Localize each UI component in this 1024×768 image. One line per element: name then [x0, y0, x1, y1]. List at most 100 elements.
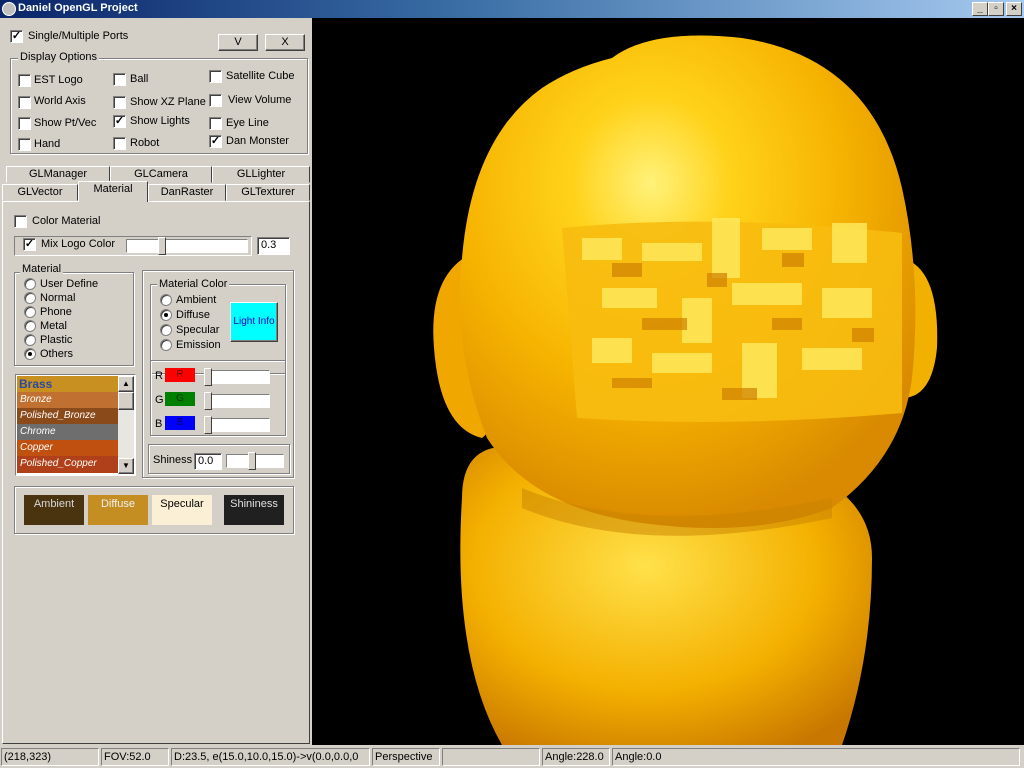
mix-logo-slider[interactable] [126, 239, 248, 253]
material-others-label: Others [40, 348, 74, 360]
color-specular-radio[interactable] [160, 324, 172, 336]
show-pt-vec-label: Show Pt/Vec [34, 117, 97, 129]
scroll-thumb[interactable] [118, 392, 134, 410]
material-plastic-label: Plastic [40, 334, 73, 346]
mix-logo-color-checkbox[interactable]: ✓ [23, 238, 36, 251]
material-list-item[interactable]: Polished_Bronze [17, 408, 118, 424]
material-normal-radio[interactable] [24, 292, 36, 304]
dan-monster-checkbox[interactable]: ✓ [209, 135, 222, 148]
material-list-item[interactable]: Bronze [17, 392, 118, 408]
diffuse-swatch[interactable]: Diffuse [88, 495, 148, 525]
eye-line-label: Eye Line [226, 117, 269, 129]
world-axis-checkbox[interactable] [18, 96, 31, 109]
dan-monster-label: Dan Monster [226, 135, 289, 147]
material-phone-label: Phone [40, 306, 72, 318]
est-logo-checkbox[interactable] [18, 74, 31, 87]
material-plastic-radio[interactable] [24, 334, 36, 346]
show-xz-plane-checkbox[interactable] [113, 96, 126, 109]
material-color-legend: Material Color [157, 278, 230, 290]
show-lights-checkbox[interactable]: ✓ [113, 115, 126, 128]
material-list-item[interactable]: Polished_Copper [17, 456, 118, 473]
eye-line-checkbox[interactable] [209, 117, 222, 130]
show-xz-plane-label: Show XZ Plane [130, 96, 206, 108]
est-logo-label: EST Logo [34, 74, 83, 86]
status-angle-1: Angle:228.0 [542, 748, 610, 766]
ambient-swatch[interactable]: Ambient [24, 495, 84, 525]
tab-danraster[interactable]: DanRaster [148, 184, 226, 201]
color-emission-radio[interactable] [160, 339, 172, 351]
color-material-label: Color Material [32, 215, 101, 227]
material-phone-radio[interactable] [24, 306, 36, 318]
specular-swatch[interactable]: Specular [152, 495, 212, 525]
show-lights-label: Show Lights [130, 115, 190, 127]
tab-gllighter[interactable]: GLLighter [212, 166, 310, 183]
material-user-define-radio[interactable] [24, 278, 36, 290]
r-slider[interactable] [206, 370, 270, 384]
window-title: Daniel OpenGL Project [18, 2, 138, 14]
material-metal-label: Metal [40, 320, 67, 332]
shininess-swatch[interactable]: Shininess [224, 495, 284, 525]
material-list-item[interactable]: Chrome [17, 424, 118, 440]
material-normal-label: Normal [40, 292, 76, 304]
tab-material[interactable]: Material [78, 181, 148, 202]
rendered-head-model [433, 35, 938, 745]
status-bar: (218,323) FOV:52.0 D:23.5, e(15.0,10.0,1… [0, 745, 1024, 768]
robot-checkbox[interactable] [113, 137, 126, 150]
b-slider[interactable] [206, 418, 270, 432]
title-bar: Daniel OpenGL Project _ ▫ × [0, 0, 1024, 18]
satellite-cube-checkbox[interactable] [209, 70, 222, 83]
shininess-slider-thumb[interactable] [248, 452, 256, 470]
b-label: B [155, 418, 163, 430]
r-label: R [155, 370, 163, 382]
color-material-checkbox[interactable] [14, 215, 27, 228]
status-coords: (218,323) [1, 748, 99, 766]
color-diffuse-radio[interactable] [160, 309, 172, 321]
scroll-up-icon[interactable]: ▲ [118, 376, 134, 392]
b-value-box: B [165, 416, 195, 430]
color-ambient-radio[interactable] [160, 294, 172, 306]
show-pt-vec-checkbox[interactable] [18, 117, 31, 130]
status-empty [442, 748, 540, 766]
x-button[interactable]: X [265, 34, 305, 51]
color-ambient-label: Ambient [176, 294, 217, 306]
material-list-header[interactable]: Brass [17, 376, 118, 392]
close-button[interactable]: × [1006, 2, 1022, 16]
mix-logo-slider-thumb[interactable] [158, 237, 166, 255]
color-specular-label: Specular [176, 324, 220, 336]
hand-checkbox[interactable] [18, 138, 31, 151]
ball-label: Ball [130, 73, 149, 85]
world-axis-label: World Axis [34, 95, 86, 107]
satellite-cube-label: Satellite Cube [226, 70, 295, 82]
status-projection: Perspective [372, 748, 440, 766]
status-distance: D:23.5, e(15.0,10.0,15.0)->v(0.0,0.0,0 [171, 748, 370, 766]
g-slider-thumb[interactable] [204, 392, 212, 410]
material-metal-radio[interactable] [24, 320, 36, 332]
mix-logo-color-label: Mix Logo Color [41, 238, 115, 250]
v-button[interactable]: V [218, 34, 258, 51]
opengl-viewport[interactable] [312, 18, 1024, 745]
view-volume-checkbox[interactable] [209, 94, 222, 107]
ball-checkbox[interactable] [113, 73, 126, 86]
restore-button[interactable]: ▫ [988, 2, 1004, 16]
robot-label: Robot [130, 137, 160, 149]
g-value-box: G [165, 392, 195, 406]
r-slider-thumb[interactable] [204, 368, 212, 386]
tab-gltexturer[interactable]: GLTexturer [226, 184, 310, 201]
material-legend: Material [20, 263, 64, 275]
material-others-radio[interactable] [24, 348, 36, 360]
mix-value-field[interactable]: 0.3 [257, 237, 290, 255]
tab-glvector[interactable]: GLVector [2, 184, 78, 201]
single-multiple-ports-label: Single/Multiple Ports [28, 30, 129, 42]
single-multiple-ports-checkbox[interactable]: ✓ [10, 30, 23, 43]
g-slider[interactable] [206, 394, 270, 408]
minimize-button[interactable]: _ [972, 2, 988, 16]
r-value-box: R [165, 368, 195, 382]
hand-label: Hand [34, 138, 61, 150]
b-slider-thumb[interactable] [204, 416, 212, 434]
app-icon[interactable] [2, 2, 16, 16]
scroll-down-icon[interactable]: ▼ [118, 458, 134, 474]
status-fov: FOV:52.0 [101, 748, 169, 766]
light-info-button[interactable]: Light Info [230, 302, 278, 342]
material-list-item[interactable]: Copper [17, 440, 118, 456]
shininess-value-field[interactable]: 0.0 [194, 453, 222, 470]
